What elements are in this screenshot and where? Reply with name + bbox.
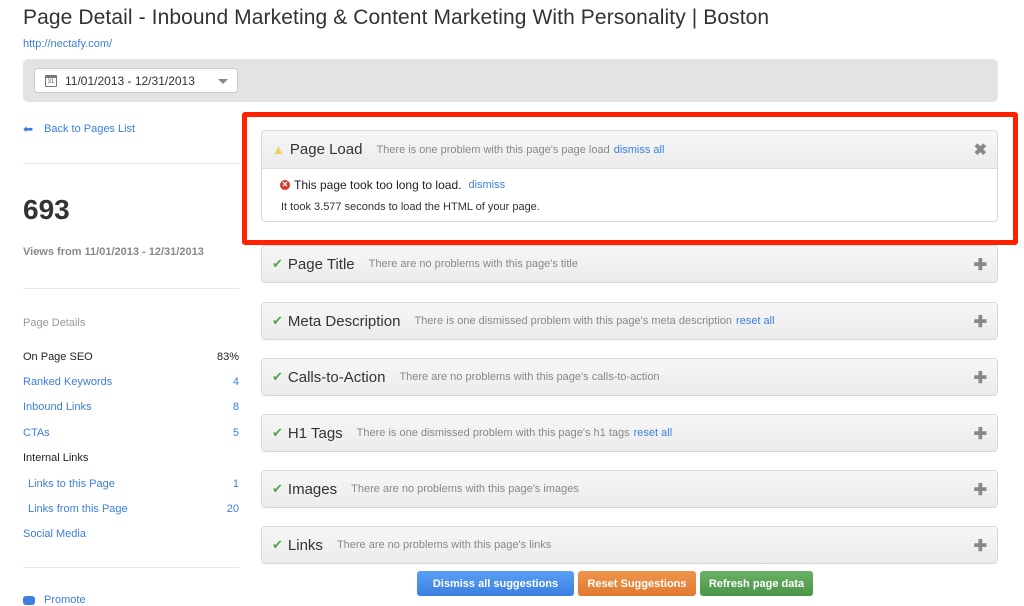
expand-plus-icon[interactable]: ✚ [974,312,987,332]
page-detail-value: 1 [232,477,239,490]
page-detail-row: Internal Links [23,446,239,471]
page-details-list: On Page SEO 83% Ranked Keywords 4 Inbound Li… [23,344,239,547]
problem-text: This page took too long to load. [294,178,462,192]
panel-message: There are no problems with this page's c… [399,371,660,383]
views-count: 693 [23,194,70,225]
check-icon: ✔ [272,313,283,328]
page-detail-row[interactable]: Links to this Page 1 [23,471,239,496]
check-icon: ✔ [272,369,283,384]
check-icon: ✔ [272,256,283,271]
audit-panel-images: ✔ Images There are no problems with this p… [261,470,998,508]
page-detail-value: 8 [232,401,239,414]
divider [23,567,239,568]
problem-detail: It took 3.577 seconds to load the HTML o… [281,201,540,213]
page-detail-value: 5 [232,426,239,439]
panel-title: Meta Description [287,312,401,330]
panel-title: Page Load [289,141,363,158]
action-buttons: Dismiss all suggestions Reset Suggestion… [417,571,813,596]
panel-message: There is one dismissed problem with this… [356,427,630,439]
page-detail-label: Internal Links [23,452,89,465]
panel-message: There is one dismissed problem with this… [414,315,733,327]
views-label: Views from 11/01/2013 - 12/31/2013 [23,246,204,258]
page-detail-label[interactable]: Links from this Page [28,503,128,515]
panel-body: ✕ This page took too long to load. dismiss… [262,168,997,221]
warning-icon: ▲ [272,142,285,157]
panel-header[interactable]: ✔ H1 Tags There is one dismissed problem w… [262,415,997,451]
promote-link[interactable]: Promote [23,594,86,606]
panel-message: There are no problems with this page's t… [368,258,578,270]
reset-suggestions-button[interactable]: Reset Suggestions [578,571,696,596]
panel-header[interactable]: ✔ Images There are no problems with this p… [262,471,997,507]
page-detail-value: 20 [226,503,239,516]
date-range-select[interactable]: 31 11/01/2013 - 12/31/2013 [34,68,238,93]
page-detail-value: 4 [232,376,239,389]
back-link-label: Back to Pages List [44,123,136,135]
check-icon: ✔ [272,481,283,496]
audit-panel-h1-tags: ✔ H1 Tags There is one dismissed problem w… [261,414,998,452]
problem-item: ✕ This page took too long to load. dismiss [280,178,997,192]
panel-header[interactable]: ✔ Meta Description There is one dismissed … [262,303,997,339]
divider [23,163,239,164]
page-detail-label[interactable]: Inbound Links [23,401,92,413]
date-range-value: 11/01/2013 - 12/31/2013 [65,73,195,88]
page-url-link[interactable]: http://nectafy.com/ [23,38,112,50]
panel-header[interactable]: ✔ Links There are no problems with this pa… [262,527,997,563]
expand-plus-icon[interactable]: ✚ [974,368,987,388]
dismiss-all-link[interactable]: dismiss all [614,144,665,156]
page-detail-value: 83% [216,350,239,363]
expand-plus-icon[interactable]: ✚ [974,536,987,556]
panel-header[interactable]: ✔ Page Title There are no problems with th… [262,246,997,282]
back-to-pages-link[interactable]: ⬅ Back to Pages List [23,122,135,136]
promote-label: Promote [44,594,86,606]
dismiss-problem-link[interactable]: dismiss [468,179,505,191]
expand-plus-icon[interactable]: ✚ [974,480,987,500]
page-detail-row[interactable]: CTAs 5 [23,420,239,445]
chevron-down-icon [218,79,228,84]
filter-bar: 31 11/01/2013 - 12/31/2013 [23,59,998,102]
reset-all-link[interactable]: reset all [634,427,673,439]
panel-message: There are no problems with this page's l… [336,539,552,551]
panel-title: Links [287,536,323,554]
expand-plus-icon[interactable]: ✚ [974,424,987,444]
panel-title: Images [287,480,338,498]
page-detail-label: On Page SEO [23,350,93,363]
expand-plus-icon[interactable]: ✚ [974,255,987,275]
audit-panel-calls-to-action: ✔ Calls-to-Action There are no problems wi… [261,358,998,396]
page-detail-label[interactable]: CTAs [23,427,50,439]
back-arrow-icon: ⬅ [23,122,34,136]
page-detail-label[interactable]: Social Media [23,528,86,540]
panel-title: H1 Tags [287,424,343,442]
divider [23,288,239,289]
audit-panel-page-load: ▲ Page Load There is one problem with this… [261,130,998,222]
check-icon: ✔ [272,425,283,440]
panel-title: Page Title [287,255,355,273]
refresh-page-data-button[interactable]: Refresh page data [700,571,813,596]
page-detail-row[interactable]: Ranked Keywords 4 [23,369,239,394]
audit-panel-meta-description: ✔ Meta Description There is one dismissed … [261,302,998,340]
page-detail-row[interactable]: Links from this Page 20 [23,496,239,521]
calendar-icon: 31 [45,74,57,87]
panel-message: There is one problem with this page's pa… [376,143,610,156]
page-title: Page Detail - Inbound Marketing & Conten… [23,6,770,29]
check-icon: ✔ [272,537,283,552]
page-detail-label[interactable]: Links to this Page [28,478,115,490]
reset-all-link[interactable]: reset all [736,315,775,327]
close-icon[interactable]: ✖ [974,140,987,160]
panel-title: Calls-to-Action [287,368,386,386]
audit-panel-links: ✔ Links There are no problems with this pa… [261,526,998,564]
error-icon: ✕ [280,180,290,190]
audit-panel-page-title: ✔ Page Title There are no problems with th… [261,245,998,283]
panel-message: There are no problems with this page's i… [351,483,579,495]
panel-header[interactable]: ▲ Page Load There is one problem with this… [262,131,997,168]
page-detail-label[interactable]: Ranked Keywords [23,376,112,388]
panel-header[interactable]: ✔ Calls-to-Action There are no problems wi… [262,359,997,395]
page-detail-row: On Page SEO 83% [23,344,239,369]
page-detail-row[interactable]: Social Media [23,522,239,547]
chat-bubble-icon [23,595,35,605]
page-details-heading: Page Details [23,317,86,329]
dismiss-all-suggestions-button[interactable]: Dismiss all suggestions [417,571,574,596]
page-detail-row[interactable]: Inbound Links 8 [23,395,239,420]
